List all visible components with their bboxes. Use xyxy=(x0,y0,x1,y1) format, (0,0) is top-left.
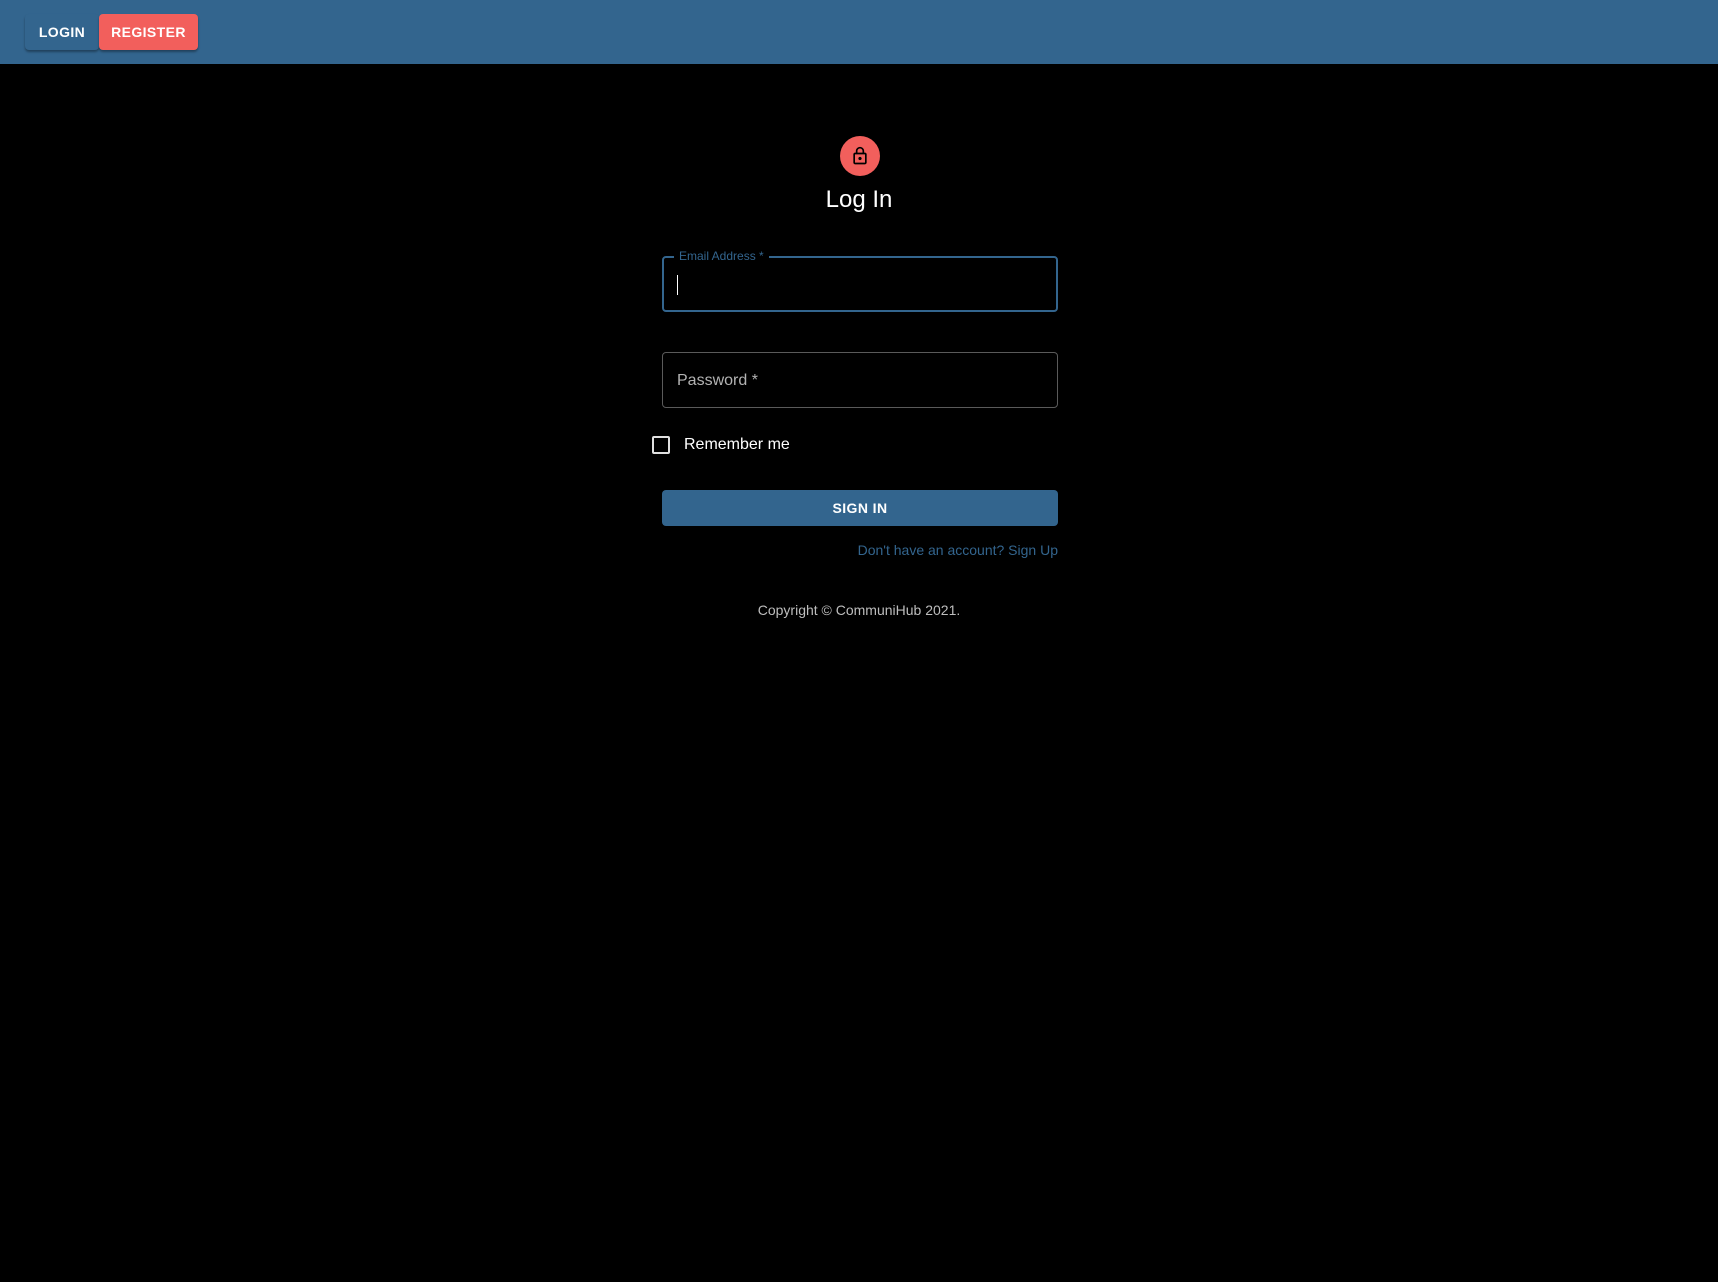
sign-in-button[interactable]: SIGN IN xyxy=(662,490,1058,526)
password-field[interactable]: Password * xyxy=(662,352,1058,408)
app-bar: LOGIN REGISTER xyxy=(0,0,1718,64)
email-label: Email Address * xyxy=(674,249,769,263)
remember-me-label: Remember me xyxy=(684,436,790,453)
register-button[interactable]: REGISTER xyxy=(99,14,198,50)
lock-icon xyxy=(853,146,867,165)
email-input[interactable] xyxy=(676,270,1040,302)
avatar xyxy=(840,136,880,176)
remember-me-control[interactable]: Remember me xyxy=(652,430,790,460)
text-caret xyxy=(677,275,678,295)
login-button[interactable]: LOGIN xyxy=(25,14,99,50)
sign-up-link[interactable]: Don't have an account? Sign Up xyxy=(858,542,1058,558)
email-field[interactable]: Email Address * xyxy=(662,249,1058,312)
copyright-text: Copyright © CommuniHub 2021. xyxy=(757,602,961,618)
password-input[interactable] xyxy=(675,365,1039,397)
remember-me-checkbox[interactable] xyxy=(652,436,670,454)
page-title: Log In xyxy=(825,186,893,213)
